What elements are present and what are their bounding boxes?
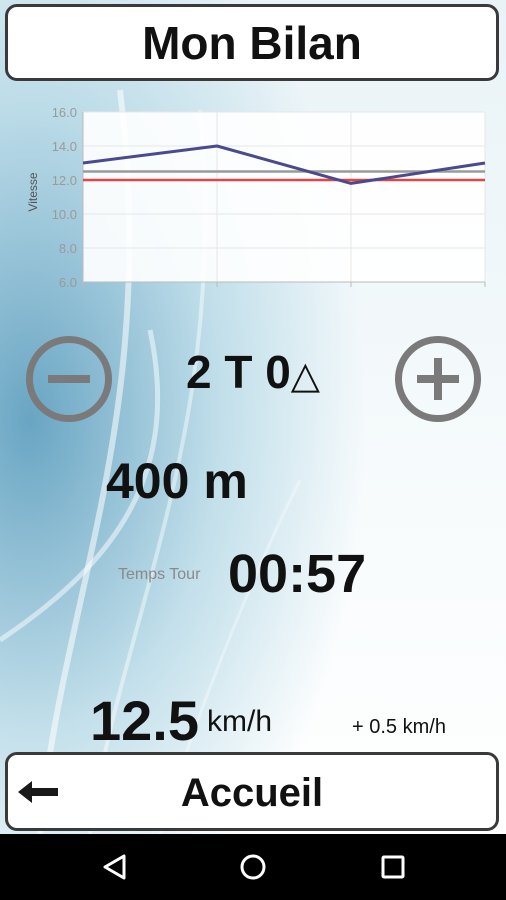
chart-y-tick-label: 10.0 (52, 207, 77, 222)
chart-y-tick-label: 6.0 (59, 275, 77, 290)
speed-delta: + 0.5 km/h (352, 716, 446, 738)
home-button[interactable]: Accueil (5, 752, 499, 831)
plus-vertical-bar (434, 358, 442, 400)
triangle-icon: △ (290, 355, 321, 397)
lap-time-label: Temps Tour (118, 566, 201, 583)
speed-chart: 16.0 14.0 12.0 10.0 8.0 6.0 Vitesse (26, 105, 486, 290)
distance-value: 400 m (106, 453, 248, 509)
android-nav-bar (0, 834, 506, 900)
chart-plot-area (83, 112, 485, 282)
minus-circle-icon (48, 375, 90, 383)
chart-y-axis-label: Vitesse (26, 172, 40, 211)
speed-unit: km/h (207, 705, 273, 738)
lap-setting-value: 2 T 0 (185, 346, 291, 398)
lap-setting: 2 T 0△ (140, 345, 366, 405)
chart-y-tick-label: 12.0 (52, 173, 77, 188)
chart-y-tick-label: 14.0 (52, 139, 77, 154)
chart-y-tick-label: 16.0 (52, 105, 77, 120)
decrease-button[interactable] (26, 336, 112, 422)
page-title: Mon Bilan (5, 4, 499, 81)
speed-value: 12.5 (90, 689, 199, 752)
chart-y-tick-label: 8.0 (59, 241, 77, 256)
lap-time-value: 00:57 (228, 544, 367, 604)
circle-home-icon[interactable] (238, 852, 268, 882)
triangle-back-icon[interactable] (100, 852, 130, 882)
home-label: Accueil (180, 771, 324, 815)
increase-button[interactable] (395, 336, 481, 422)
square-recent-icon[interactable] (378, 852, 408, 882)
